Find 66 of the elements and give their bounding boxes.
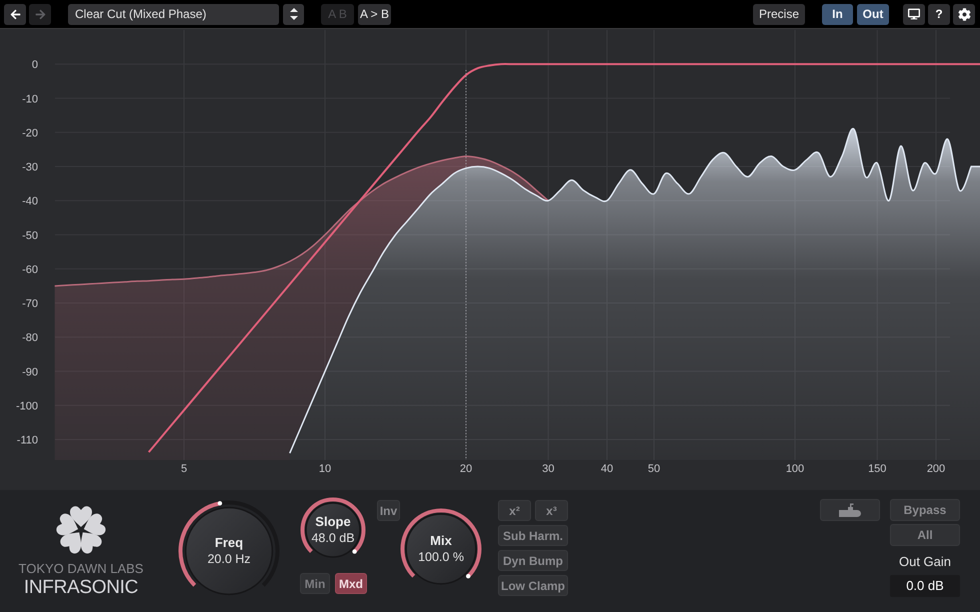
axis-tick-label: 150	[868, 463, 886, 475]
phase-mode-button[interactable]: Mxd	[335, 573, 367, 594]
axis-tick-label: -60	[22, 264, 38, 276]
axis-tick-label: 50	[648, 463, 660, 475]
caret-down-icon	[290, 16, 298, 20]
display-button[interactable]	[903, 4, 925, 24]
bypass-toggle[interactable]: All	[890, 524, 960, 546]
knob-pointer	[218, 501, 222, 506]
knob-value: 48.0 dB	[311, 530, 355, 546]
arrow-left-icon	[10, 8, 20, 20]
arrow-right-icon	[34, 8, 46, 20]
axis-tick-label: -40	[22, 196, 38, 208]
knob-value: 100.0 %	[418, 549, 464, 565]
settings-button[interactable]	[953, 4, 975, 24]
back-button[interactable]	[4, 4, 26, 24]
axis-tick-label: -80	[22, 332, 38, 344]
axis-tick-label: -110	[16, 434, 38, 447]
preset-dropdown[interactable]: Clear Cut (Mixed Phase)	[68, 4, 279, 24]
axis-tick-label: -90	[22, 366, 38, 378]
knob-pointer	[352, 549, 357, 554]
knob-cap	[405, 513, 477, 585]
axis-tick-label: -50	[22, 230, 38, 242]
axis-tick-label: -70	[22, 298, 38, 310]
out-gain-field[interactable]: 0.0 dB	[890, 575, 960, 597]
preset-stepper[interactable]	[283, 4, 304, 24]
maker-name: TOKYO DAWN LABS	[18, 562, 144, 576]
axis-tick-label: 200	[926, 463, 946, 475]
axis-tick-label: 5	[180, 463, 188, 475]
monitor-icon	[908, 8, 920, 20]
caret-up-icon	[290, 8, 298, 12]
help-button[interactable]: ?	[928, 4, 950, 24]
axis-tick-label: 0	[32, 59, 38, 72]
axis-tick-label: 20	[460, 463, 472, 475]
out-gain-label: Out Gain	[898, 554, 952, 570]
invert-toggle[interactable]: Inv	[377, 500, 400, 521]
knob-label: Freq	[214, 535, 244, 551]
submarine-icon	[838, 503, 862, 517]
settings-icon	[958, 8, 970, 20]
knob-label: Slope	[315, 514, 351, 530]
analyzer-toggle[interactable]: In	[822, 4, 853, 24]
knob-label: Mix	[430, 533, 452, 549]
bypass-toggle[interactable]: Bypass	[890, 499, 960, 521]
harmonic-toggle[interactable]: x³	[535, 500, 568, 521]
compare-button[interactable]: A > B	[358, 4, 391, 24]
phase-mode-button[interactable]: Min	[300, 573, 330, 594]
product-name: INFRASONIC	[24, 577, 138, 599]
knob-pointer	[466, 574, 470, 578]
axis-tick-label: 30	[542, 463, 554, 475]
axis-tick-label: -10	[22, 93, 38, 106]
axis-tick-label: 100	[786, 463, 804, 475]
axis-tick-label: 40	[600, 463, 614, 475]
knob-value: 20.0 Hz	[207, 551, 251, 567]
precise-button[interactable]: Precise	[753, 4, 805, 24]
axis-tick-label: -30	[22, 162, 38, 174]
knob[interactable]: Mix 100.0 %	[400, 508, 482, 590]
icon-toggle-button[interactable]	[820, 499, 880, 521]
harmonic-toggle[interactable]: x²	[498, 500, 531, 521]
axis-tick-label: -100	[16, 400, 38, 412]
knob[interactable]: Slope 48.0 dB	[300, 497, 366, 563]
knob[interactable]: Freq 20.0 Hz	[178, 500, 280, 602]
option-toggle[interactable]: Sub Harm.	[498, 525, 568, 546]
option-toggle[interactable]: Low Clamp	[498, 575, 568, 596]
axis-tick-label: 10	[318, 463, 332, 475]
axis-tick-label: -20	[22, 127, 38, 140]
option-toggle[interactable]: Dyn Bump	[498, 550, 568, 571]
analyzer-toggle[interactable]: Out	[857, 4, 889, 24]
